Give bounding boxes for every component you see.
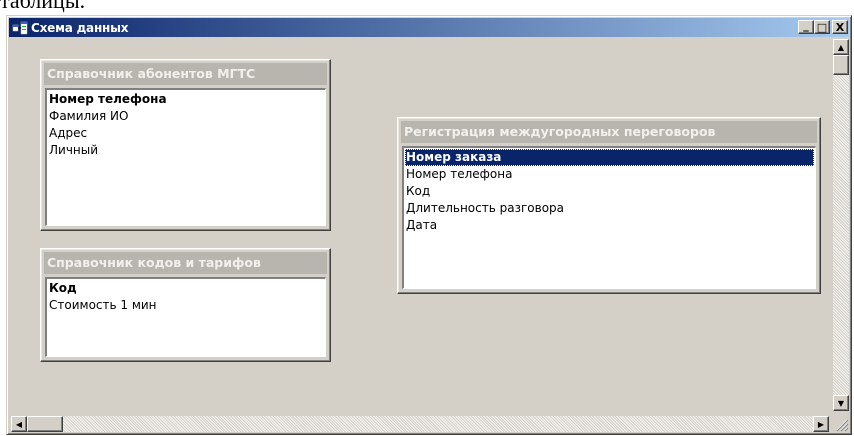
field-item[interactable]: Стоимость 1 мин: [47, 297, 325, 314]
maximize-icon: □: [816, 20, 828, 34]
field-item[interactable]: Код: [404, 183, 815, 200]
relationships-window: Схема данных _ □ X Справочник абонентов …: [6, 15, 852, 435]
relationships-icon: [12, 20, 28, 36]
field-item[interactable]: Номер телефона: [404, 166, 815, 183]
field-item[interactable]: Фамилия ИО: [47, 108, 325, 125]
minimize-button[interactable]: _: [798, 18, 814, 34]
field-item[interactable]: Номер телефона: [47, 91, 325, 108]
vertical-scroll-thumb[interactable]: [833, 55, 849, 75]
vertical-scrollbar[interactable]: ▲ ▼: [833, 39, 849, 411]
field-list[interactable]: Номер телефона Фамилия ИО Адрес Личный: [45, 88, 326, 226]
table-caption[interactable]: Справочник абонентов МГТС: [44, 63, 327, 85]
document-text-fragment: таблицы.: [0, 0, 86, 13]
table-caption[interactable]: Регистрация междугородных переговоров: [401, 121, 817, 143]
arrow-left-icon: ◀: [15, 419, 23, 429]
window-titlebar[interactable]: Схема данных _ □ X: [9, 18, 849, 37]
arrow-up-icon: ▲: [837, 42, 845, 52]
field-item[interactable]: Адрес: [47, 125, 325, 142]
close-icon: X: [835, 20, 845, 34]
arrow-right-icon: ▶: [817, 419, 825, 429]
field-item-selected[interactable]: Номер заказа: [405, 149, 814, 166]
minimize-icon: _: [803, 18, 809, 32]
horizontal-scrollbar[interactable]: ◀ ▶: [11, 416, 829, 432]
field-item[interactable]: Длительность разговора: [404, 200, 815, 217]
field-item[interactable]: Дата: [404, 217, 815, 234]
maximize-button[interactable]: □: [814, 20, 830, 34]
arrow-down-icon: ▼: [837, 398, 845, 408]
scroll-down-button[interactable]: ▼: [833, 395, 849, 411]
scroll-right-button[interactable]: ▶: [813, 416, 829, 432]
table-long-distance-calls[interactable]: Регистрация междугородных переговоров Но…: [397, 117, 821, 294]
resize-grip-icon[interactable]: [833, 416, 849, 432]
field-list[interactable]: Номер заказа Номер телефона Код Длительн…: [402, 146, 816, 289]
close-button[interactable]: X: [832, 20, 848, 34]
scroll-up-button[interactable]: ▲: [833, 39, 849, 55]
field-item[interactable]: Личный: [47, 142, 325, 159]
horizontal-scroll-thumb[interactable]: [27, 416, 63, 432]
field-item[interactable]: Код: [47, 280, 325, 297]
table-subscribers[interactable]: Справочник абонентов МГТС Номер телефона…: [40, 59, 331, 231]
table-codes-tariffs[interactable]: Справочник кодов и тарифов Код Стоимость…: [40, 248, 331, 362]
table-caption[interactable]: Справочник кодов и тарифов: [44, 252, 327, 274]
window-title: Схема данных: [31, 20, 129, 35]
scroll-left-button[interactable]: ◀: [11, 416, 27, 432]
field-list[interactable]: Код Стоимость 1 мин: [45, 277, 326, 357]
relationships-canvas[interactable]: Справочник абонентов МГТС Номер телефона…: [11, 39, 845, 411]
